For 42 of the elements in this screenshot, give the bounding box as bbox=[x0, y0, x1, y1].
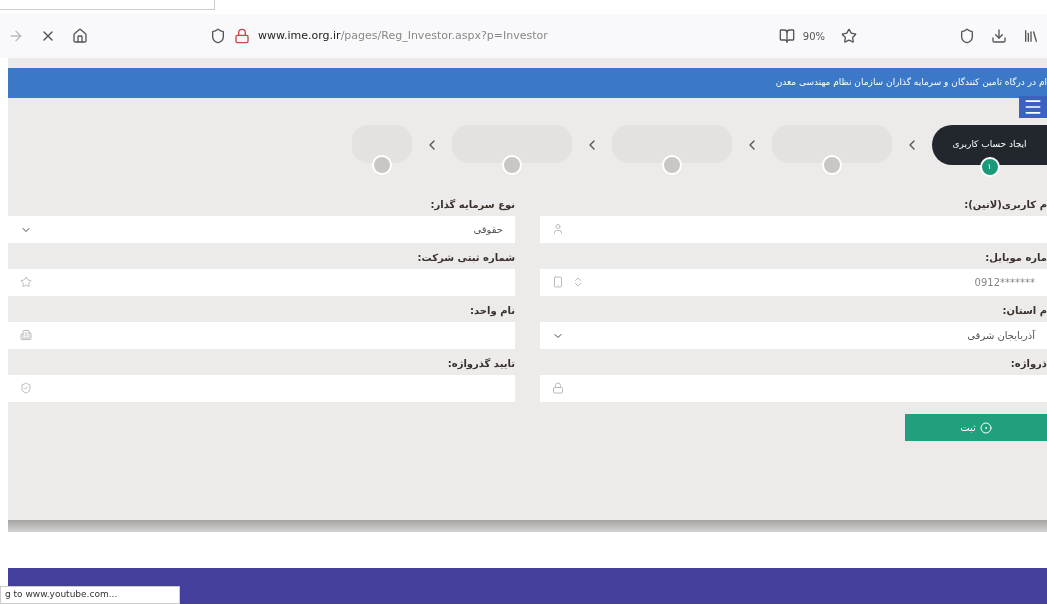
step[interactable] bbox=[612, 125, 732, 175]
step[interactable] bbox=[772, 125, 892, 175]
home-icon[interactable] bbox=[72, 28, 88, 44]
status-text: g to www.youtube.com... bbox=[0, 586, 180, 604]
field-label: شماره ثبتی شرکت: bbox=[416, 251, 515, 265]
bookmark-icon[interactable] bbox=[841, 28, 857, 44]
field-label: نام واحد: bbox=[469, 304, 515, 318]
user-icon bbox=[552, 223, 564, 235]
field-label: تایید گذرواژه: bbox=[446, 357, 515, 371]
circle-icon bbox=[979, 421, 992, 434]
star-icon bbox=[20, 276, 32, 288]
field-label: ماره موبایل: bbox=[984, 251, 1047, 265]
building-icon bbox=[20, 329, 32, 341]
dropdown[interactable]: حقوقی bbox=[8, 216, 515, 243]
reader-icon[interactable] bbox=[778, 28, 795, 44]
step[interactable] bbox=[352, 125, 412, 175]
header-title: ام در درگاه تامین کنندگان و سرمایه گذاران سازمان نظام مهندسی معدن bbox=[775, 76, 1047, 90]
field-label: نوع سرمایه گذار: bbox=[429, 198, 515, 212]
field-label: م استان: bbox=[1001, 304, 1047, 318]
field-label: ذرواژه: bbox=[1009, 357, 1047, 371]
url-text[interactable]: www.ime.org.ir/pages/Reg_Investor.aspx?p=Investor bbox=[258, 27, 548, 45]
input-field[interactable]: 0912******* bbox=[540, 269, 1047, 296]
input-field[interactable] bbox=[8, 269, 515, 296]
lock-icon bbox=[552, 382, 564, 394]
shield-icon bbox=[20, 382, 32, 394]
input-field[interactable] bbox=[8, 375, 515, 402]
zoom-level[interactable]: 90% bbox=[802, 28, 825, 44]
library-icon[interactable] bbox=[1023, 28, 1039, 44]
step[interactable] bbox=[452, 125, 572, 175]
input-field[interactable] bbox=[540, 216, 1047, 243]
input-field[interactable] bbox=[8, 322, 515, 349]
lock-icon[interactable] bbox=[234, 28, 250, 44]
input-field[interactable] bbox=[540, 375, 1047, 402]
phone-icon bbox=[552, 276, 564, 288]
menu-icon bbox=[1023, 97, 1043, 117]
forward-icon[interactable] bbox=[8, 28, 24, 44]
menu-button[interactable] bbox=[1019, 96, 1047, 118]
shield-icon[interactable] bbox=[210, 28, 226, 44]
field-label: م کاربری(لاتین): bbox=[963, 198, 1047, 212]
dropdown[interactable]: آذربایجان شرقی bbox=[540, 322, 1047, 349]
spinner-icon bbox=[572, 276, 584, 288]
download-icon[interactable] bbox=[991, 28, 1007, 44]
